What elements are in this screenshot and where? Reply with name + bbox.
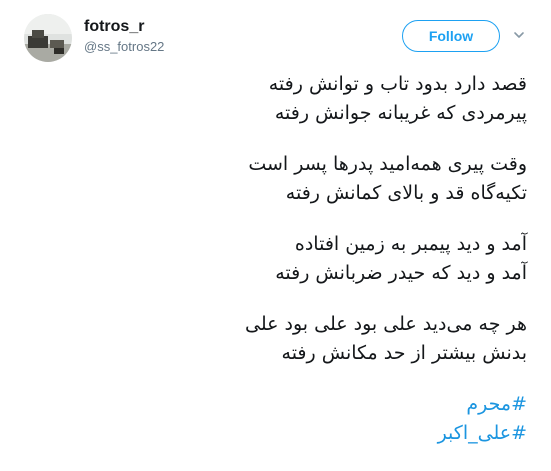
hashtag-link[interactable]: #علی_اکبر	[67, 419, 527, 448]
chevron-down-icon[interactable]	[512, 28, 526, 42]
stanza-gap	[67, 128, 527, 150]
poem-line: تکیه‌گاه قد و بالای کمانش رفته	[285, 182, 527, 204]
stanza-gap	[67, 288, 527, 310]
poem-line: آمد و دید پیمبر به زمین افتاده	[294, 233, 527, 255]
avatar-image	[24, 14, 72, 62]
avatar[interactable]	[24, 14, 72, 62]
tweet-card: fotros_r @ss_fotros22 Follow قصد دارد بد…	[0, 0, 551, 471]
tweet-text: قصد دارد بدود تاب و توانش رفته پیرمردی ک…	[67, 70, 527, 448]
hashtag-link[interactable]: #محرم	[67, 390, 527, 419]
poem-line: پیرمردی که غریبانه جوانش رفته	[274, 102, 527, 124]
poem-line: وقت پیری همه‌امید پدرها پسر است	[248, 153, 527, 175]
poem-line: بدنش بیشتر از حد مکانش رفته	[281, 342, 527, 364]
poem-line: هر چه می‌دید علی بود علی بود علی	[245, 313, 527, 335]
user-handle[interactable]: @ss_fotros22	[84, 38, 164, 56]
stanza-gap	[67, 208, 527, 230]
stanza-gap	[67, 368, 527, 390]
follow-button[interactable]: Follow	[402, 20, 500, 52]
poem-line: آمد و دید که حیدر ضربانش رفته	[275, 262, 527, 284]
display-name[interactable]: fotros_r	[84, 17, 144, 37]
poem-line: قصد دارد بدود تاب و توانش رفته	[268, 73, 527, 95]
